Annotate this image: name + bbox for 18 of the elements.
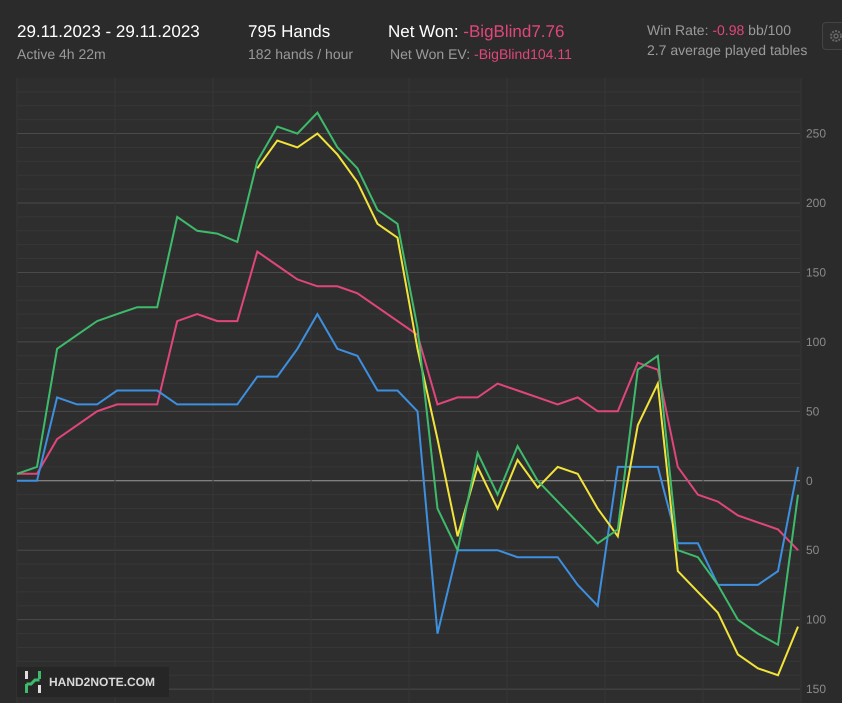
axis-label: 0 xyxy=(806,474,813,488)
axis-label: 150 xyxy=(806,682,826,696)
axis-label: 50 xyxy=(806,543,820,558)
axis-label: 150 xyxy=(806,265,826,280)
axis-label: 200 xyxy=(806,196,826,210)
win-rate: Win Rate: -0.98 bb/100 xyxy=(647,22,792,38)
average-tables: 2.7 average played tables xyxy=(647,42,827,58)
date-range: 29.11.2023 - 29.11.2023 xyxy=(17,22,201,42)
axis-label: 50 xyxy=(806,404,820,418)
hands-rate: 182 hands / hour xyxy=(248,46,354,62)
axis-label: 100 xyxy=(806,612,826,627)
active-time: Active 4h 22m xyxy=(17,46,107,62)
hands-count: 795 Hands xyxy=(248,22,332,42)
axis-label: 250 xyxy=(806,126,826,141)
net-won: Net Won: -BigBlind7.76 xyxy=(388,22,566,42)
logo-text: HAND2NOTE.COM xyxy=(49,675,156,689)
axis-label: 100 xyxy=(806,334,826,349)
net-won-ev: Net Won EV: -BigBlind104.11 xyxy=(389,46,573,62)
